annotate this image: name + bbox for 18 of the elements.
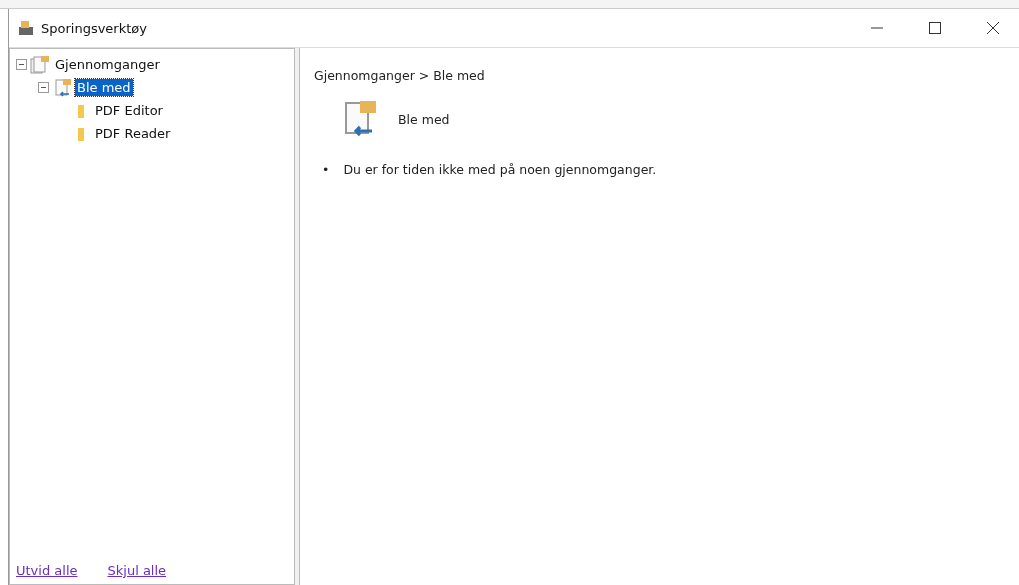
- collapse-icon[interactable]: [38, 82, 49, 93]
- link[interactable]: Skjul alle: [107, 563, 167, 578]
- app-icon: [17, 19, 35, 37]
- close-icon[interactable]: [987, 22, 999, 34]
- collapse-icon[interactable]: [16, 59, 27, 70]
- link[interactable]: Utvid alle: [16, 563, 78, 578]
- document-arrow-icon: [52, 77, 72, 98]
- tree-item[interactable]: PDF Reader: [93, 125, 173, 142]
- maximize-icon[interactable]: [929, 22, 941, 34]
- section-heading: Ble med: [398, 111, 450, 127]
- bullet-marker: •: [322, 161, 330, 179]
- tree-item[interactable]: Ble med: [75, 79, 133, 96]
- message-text: Du er for tiden ikke med på noen gjennomganger.: [343, 161, 657, 179]
- tree-item[interactable]: Gjennomganger: [53, 56, 162, 73]
- window-title: Sporingsverktøy: [41, 20, 148, 36]
- breadcrumb: Gjennomganger > Ble med: [314, 68, 486, 83]
- documents-icon: [30, 54, 50, 75]
- tree-item[interactable]: PDF Editor: [93, 102, 165, 119]
